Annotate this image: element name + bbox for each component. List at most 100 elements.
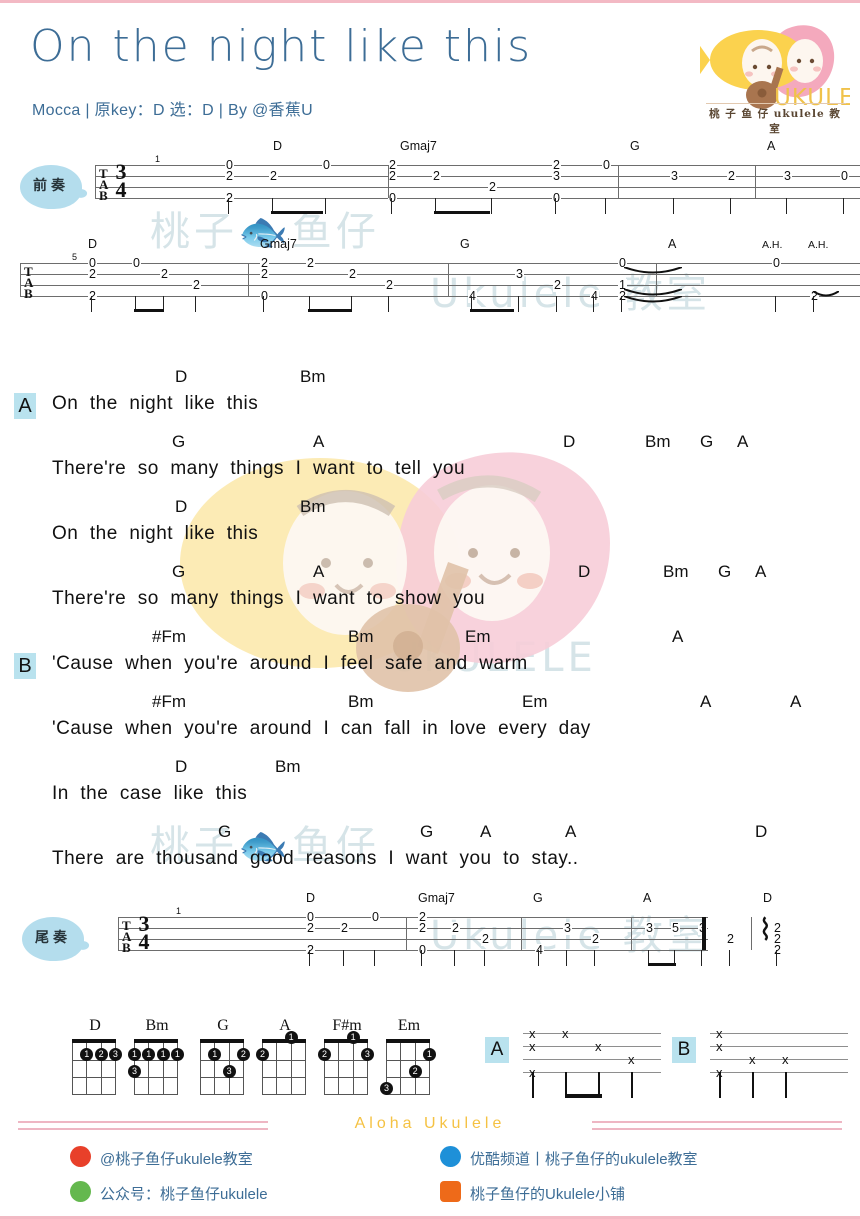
strum-string-line bbox=[523, 1072, 661, 1073]
intro-badge: 前奏 bbox=[20, 165, 88, 209]
lyric-chord: D bbox=[175, 367, 188, 386]
tab-string-line bbox=[118, 939, 708, 940]
tab-barline bbox=[448, 263, 449, 296]
lyric-chord: D bbox=[578, 562, 591, 581]
taobao-icon[interactable] bbox=[440, 1181, 461, 1202]
tab-staff-2: T A B 5 D Gmaj7 G A 0 2 2 0 2 2 2 2 0 2 2 2 3 4 2 4 0 1 2 0 2 A.H. A.H… bbox=[20, 237, 860, 312]
footer-link-text[interactable]: @桃子鱼仔ukulele教室 bbox=[100, 1148, 253, 1169]
tab-string-line bbox=[20, 263, 860, 264]
lyric-line: In the case like this bbox=[52, 783, 248, 804]
lyric-chord: D bbox=[175, 497, 188, 516]
tab-chord-label: D bbox=[763, 891, 773, 905]
strum-x-mark: x bbox=[782, 1052, 789, 1067]
lyric-line: On the night like this bbox=[52, 393, 259, 414]
footer-link-text[interactable]: 桃子鱼仔的Ukulele小铺 bbox=[470, 1183, 625, 1204]
strum-stem bbox=[532, 1072, 534, 1098]
tab-chord-label: A bbox=[767, 139, 776, 153]
wechat-icon[interactable] bbox=[70, 1181, 91, 1202]
strum-string-line bbox=[710, 1059, 848, 1060]
strum-x-mark: x bbox=[749, 1052, 756, 1067]
lyric-chord: A bbox=[313, 562, 325, 581]
tab-chord-label: D bbox=[273, 139, 283, 153]
tab-barline bbox=[95, 165, 96, 198]
lyric-chord: A bbox=[313, 432, 325, 451]
lyric-row: G A D Bm G A There're so many things I want to… bbox=[0, 556, 860, 609]
strum-pattern-row: AxxxxxxBxxxxx bbox=[0, 1027, 860, 1107]
tab-note: 2 bbox=[160, 267, 169, 281]
tab-note: 2 bbox=[726, 932, 735, 946]
tab-note: 2 bbox=[306, 921, 315, 935]
note-stem bbox=[391, 198, 392, 214]
tab-string-line bbox=[20, 274, 860, 275]
lyric-line: There are thousand good reasons I want y… bbox=[52, 848, 579, 869]
section-marker-a: A bbox=[14, 393, 36, 419]
tab-note: 2 bbox=[418, 921, 427, 935]
note-stem bbox=[605, 198, 606, 214]
tab-chord-label: G bbox=[630, 139, 640, 153]
lyric-row: A D Bm On the night like this bbox=[0, 361, 860, 419]
footer-link-text[interactable]: 优酷频道丨桃子鱼仔的ukulele教室 bbox=[470, 1148, 698, 1169]
measure-number: 1 bbox=[155, 154, 161, 164]
strum-stem bbox=[631, 1072, 633, 1098]
tab-string-line bbox=[118, 950, 708, 951]
strum-string-line bbox=[710, 1072, 848, 1073]
tab-note: 2 bbox=[340, 921, 349, 935]
tab-note: 2 bbox=[88, 289, 97, 303]
lyric-chord: G bbox=[172, 432, 186, 451]
tab-note: 2 bbox=[481, 932, 490, 946]
note-stem bbox=[730, 198, 731, 214]
lyric-chord: Bm bbox=[275, 757, 301, 776]
tab-string-line bbox=[118, 917, 708, 918]
tab-clef-letter: B bbox=[122, 939, 131, 955]
lyric-row: D Bm In the case like this bbox=[0, 751, 860, 804]
note-stem bbox=[343, 950, 344, 966]
tab-string-line bbox=[95, 176, 860, 177]
note-beam bbox=[308, 309, 352, 312]
note-stem bbox=[454, 950, 455, 966]
page-subtitle: Mocca | 原key：D 选：D | By @香蕉U bbox=[32, 102, 313, 119]
sheet-music-page: On the night like this Mocca | 原key：D 选：… bbox=[0, 3, 860, 1219]
lyric-chord: D bbox=[755, 822, 768, 841]
harmonic-annotation: A.H. bbox=[762, 239, 783, 251]
lyric-chord: G bbox=[718, 562, 732, 581]
tab-note: 0 bbox=[322, 158, 331, 172]
tab-note: 2 bbox=[591, 932, 600, 946]
tab-note: 2 bbox=[192, 278, 201, 292]
footer-link-text[interactable]: 公众号：桃子鱼仔ukulele bbox=[100, 1183, 268, 1204]
lyric-chord: Bm bbox=[300, 497, 326, 516]
tab-note: 2 bbox=[269, 169, 278, 183]
strum-string-line bbox=[523, 1046, 661, 1047]
lyric-line: On the night like this bbox=[52, 523, 259, 544]
strum-x-mark: x bbox=[716, 1039, 723, 1054]
tab-barline bbox=[248, 263, 249, 296]
tab-clef-letter: B bbox=[99, 187, 108, 203]
tab-note: 3 bbox=[515, 267, 524, 281]
note-stem bbox=[701, 950, 702, 966]
lyric-line: There're so many things I want to tell y… bbox=[52, 458, 466, 479]
note-stem bbox=[421, 950, 422, 966]
strum-x-mark: x bbox=[529, 1039, 536, 1054]
tab-string-line bbox=[20, 285, 860, 286]
measure-number: 5 bbox=[72, 252, 78, 262]
tab-note: 2 bbox=[388, 169, 397, 183]
tab-note: 2 bbox=[225, 191, 234, 205]
tab-note: 2 bbox=[306, 256, 315, 270]
lyric-chord: #Fm bbox=[152, 627, 186, 646]
lyric-chord: Em bbox=[522, 692, 548, 711]
note-stem bbox=[388, 296, 389, 312]
tab-note: 2 bbox=[727, 169, 736, 183]
note-stem bbox=[621, 296, 622, 312]
weibo-icon[interactable] bbox=[70, 1146, 91, 1167]
note-stem bbox=[673, 198, 674, 214]
tab-note: 2 bbox=[385, 278, 394, 292]
youku-icon[interactable] bbox=[440, 1146, 461, 1167]
aloha-divider-text: Aloha Ukulele bbox=[354, 1115, 506, 1132]
note-stem bbox=[491, 198, 492, 214]
strum-string-line bbox=[710, 1046, 848, 1047]
tab-chord-label: D bbox=[306, 891, 316, 905]
tab-barline bbox=[751, 917, 752, 950]
tab-note: 2 bbox=[773, 943, 782, 957]
tab-barline bbox=[406, 917, 407, 950]
logo-caption: 桃 子 鱼 仔 ukulele 教 室 bbox=[709, 108, 841, 135]
note-stem bbox=[556, 296, 557, 312]
